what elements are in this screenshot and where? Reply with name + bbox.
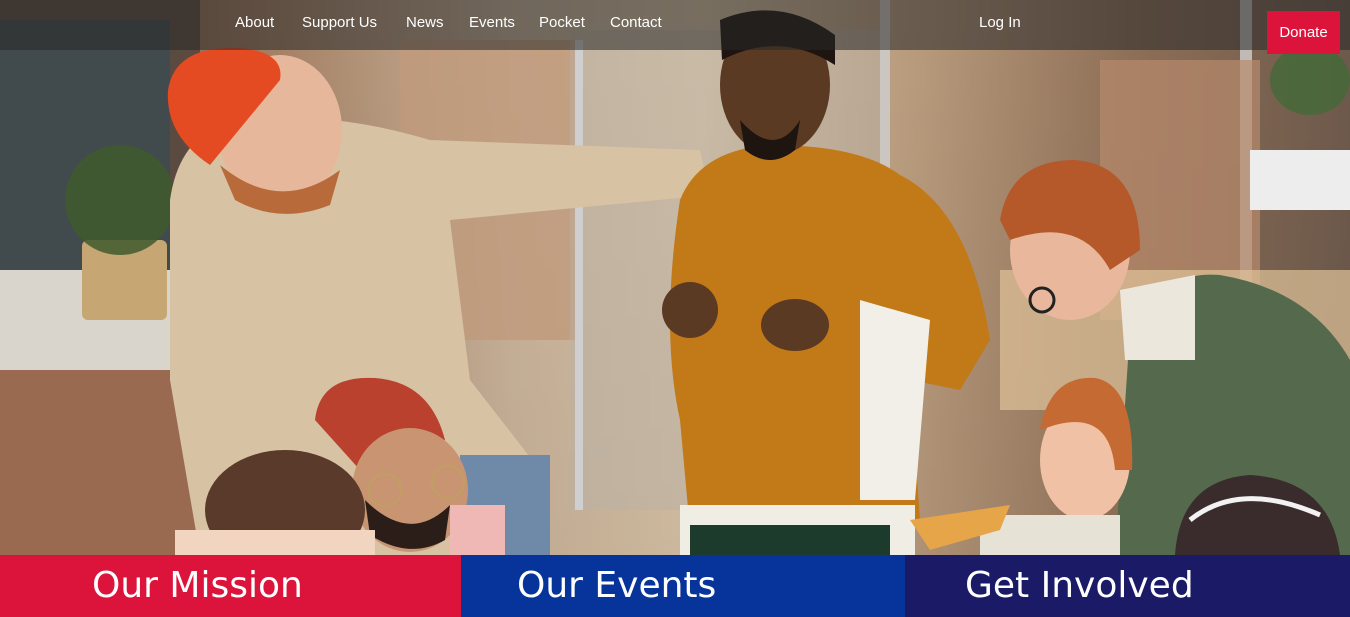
top-nav: About Support Us News Events Pocket Cont… <box>0 0 1350 54</box>
nav-link-pocket[interactable]: Pocket <box>539 13 585 33</box>
card-our-mission[interactable]: Our Mission <box>0 555 461 617</box>
nav-link-contact[interactable]: Contact <box>610 13 662 33</box>
card-get-involved[interactable]: Get Involved <box>905 555 1350 617</box>
card-our-mission-label: Our Mission <box>92 565 303 606</box>
donate-button[interactable]: Donate <box>1267 11 1340 54</box>
nav-link-events[interactable]: Events <box>469 13 515 33</box>
nav-link-about[interactable]: About <box>235 13 274 33</box>
nav-link-support-us[interactable]: Support Us <box>302 13 377 33</box>
card-our-events-label: Our Events <box>517 565 717 606</box>
login-link[interactable]: Log In <box>979 13 1021 33</box>
card-our-events[interactable]: Our Events <box>461 555 905 617</box>
card-get-involved-label: Get Involved <box>965 565 1194 606</box>
hero-image <box>0 0 1350 555</box>
section-cards: Our Mission Our Events Get Involved <box>0 555 1350 617</box>
nav-link-news[interactable]: News <box>406 13 444 33</box>
hero-photo-illustration <box>0 0 1350 555</box>
